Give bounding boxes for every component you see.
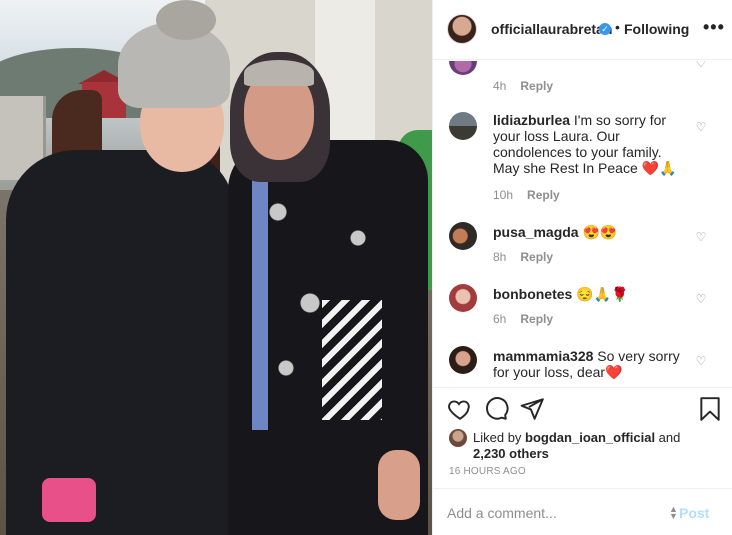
comment-like-icon[interactable]: ♡ [695, 61, 707, 69]
bookmark-icon[interactable] [697, 396, 723, 422]
heart-icon[interactable] [447, 396, 473, 422]
post-photo[interactable] [0, 0, 432, 535]
post-timestamp[interactable]: 16 HOURS AGO [449, 466, 526, 477]
author-username[interactable]: officiallaurabretan [491, 21, 612, 37]
commenter-avatar[interactable] [449, 346, 477, 374]
following-button[interactable]: Following [624, 21, 689, 37]
commenter-username[interactable]: lidiazburlea [493, 112, 570, 128]
post-side-panel: officiallaurabretan ✓ • Following ••• ♡ … [432, 0, 732, 535]
paper-plane-icon[interactable] [519, 396, 545, 422]
author-avatar[interactable] [447, 14, 477, 44]
comment-meta: 4h Reply [493, 79, 553, 93]
comment-time: 4h [493, 79, 507, 93]
verified-badge-icon: ✓ [599, 23, 611, 35]
reply-button[interactable]: Reply [520, 312, 553, 326]
header-separator: • [615, 19, 620, 35]
reply-button[interactable]: Reply [527, 188, 560, 202]
comment-body: 😍😍 [578, 224, 618, 240]
comment-like-icon[interactable]: ♡ [695, 121, 707, 133]
likes-prefix: Liked by [473, 430, 526, 445]
comments-list[interactable]: ♡ 4h Reply lidiazburlea I'm so sorry for … [433, 61, 732, 388]
emoji-scroll-icon: ▲ ▼ [669, 504, 678, 521]
post-comment-button[interactable]: Post [679, 505, 709, 521]
liker-avatar[interactable] [449, 429, 467, 447]
commenter-username[interactable]: bonbonetes [493, 286, 572, 302]
comment-like-icon[interactable]: ♡ [695, 293, 707, 305]
reply-button[interactable]: Reply [520, 79, 553, 93]
post-actions [433, 396, 732, 422]
likes-middle: and [655, 430, 681, 445]
likes-others[interactable]: 2,230 others [473, 446, 549, 461]
comment-like-icon[interactable]: ♡ [695, 355, 707, 367]
post-header: officiallaurabretan ✓ • Following ••• [433, 0, 732, 60]
comment-body: 😔🙏🌹 [572, 286, 629, 302]
commenter-avatar[interactable] [449, 61, 477, 75]
comment-text: mammamia328 So very sorry for your loss,… [493, 348, 689, 380]
commenter-username[interactable]: mammamia328 [493, 348, 593, 364]
comment-text: bonbonetes 😔🙏🌹 [493, 286, 689, 302]
liker-username[interactable]: bogdan_ioan_official [525, 430, 655, 445]
commenter-avatar[interactable] [449, 222, 477, 250]
likes-text: Liked by bogdan_ioan_official and 2,230 … [473, 430, 713, 462]
comment-text: pusa_magda 😍😍 [493, 224, 689, 240]
commenter-username[interactable]: pusa_magda [493, 224, 579, 240]
comment-input[interactable] [447, 504, 667, 522]
comment-like-icon[interactable]: ♡ [695, 231, 707, 243]
add-comment-bar: ▲▼ Post [433, 488, 732, 535]
commenter-avatar[interactable] [449, 112, 477, 140]
comment-text: lidiazburlea I'm so sorry for your loss … [493, 112, 689, 176]
comment-time: 10h [493, 188, 514, 202]
commenter-avatar[interactable] [449, 284, 477, 312]
comment-meta: 6h Reply [493, 312, 553, 326]
comment-icon[interactable] [483, 396, 509, 422]
comment-time: 6h [493, 312, 507, 326]
comment-time: 8h [493, 250, 507, 264]
comment-meta: 10h Reply [493, 188, 560, 202]
more-options-icon[interactable]: ••• [703, 17, 725, 38]
comment-meta: 8h Reply [493, 250, 553, 264]
reply-button[interactable]: Reply [520, 250, 553, 264]
